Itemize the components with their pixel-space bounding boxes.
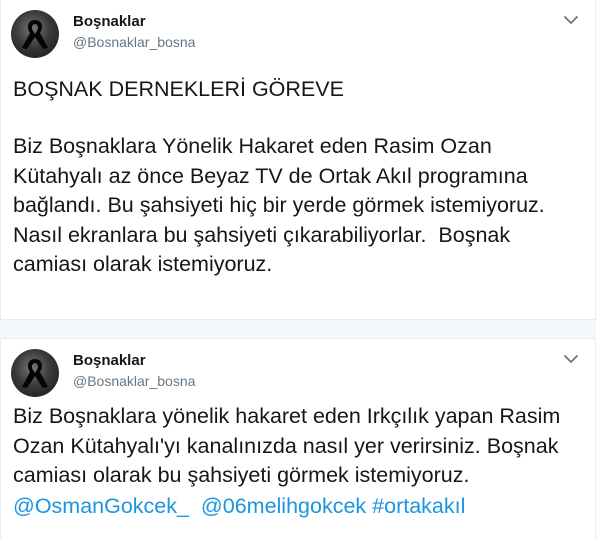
timeline-divider — [0, 320, 596, 338]
black-ribbon-icon — [22, 20, 48, 49]
tweet-card-2[interactable]: Boşnaklar @Bosnaklar_bosna Biz Boşnaklar… — [0, 338, 596, 539]
tweet-links: @OsmanGokcek_ @06melihgokcek #ortakakıl — [13, 492, 465, 522]
mention-link-06melihgokcek[interactable]: @06melihgokcek — [201, 494, 366, 518]
tweet-headline: BOŞNAK DERNEKLERİ GÖREVE — [13, 77, 344, 101]
author-handle[interactable]: @Bosnaklar_bosna — [73, 34, 195, 50]
chevron-down-icon[interactable] — [563, 353, 579, 365]
chevron-down-icon[interactable] — [563, 14, 579, 26]
tweet-text: Biz Boşnaklara yönelik hakaret eden Irkç… — [13, 404, 561, 487]
tweet-card-1[interactable]: Boşnaklar @Bosnaklar_bosna BOŞNAK DERNEK… — [0, 0, 596, 320]
avatar-icon[interactable] — [11, 349, 59, 397]
black-ribbon-icon — [22, 359, 48, 388]
mention-link-osmangokcek[interactable]: @OsmanGokcek_ — [13, 494, 189, 518]
hashtag-link-ortakakil[interactable]: #ortakakıl — [372, 494, 465, 518]
avatar-icon[interactable] — [11, 10, 59, 58]
tweet-text: Biz Boşnaklara Yönelik Hakaret eden Rasi… — [13, 134, 545, 276]
author-name[interactable]: Boşnaklar — [73, 13, 146, 30]
author-handle[interactable]: @Bosnaklar_bosna — [73, 373, 195, 389]
author-name[interactable]: Boşnaklar — [73, 352, 146, 369]
